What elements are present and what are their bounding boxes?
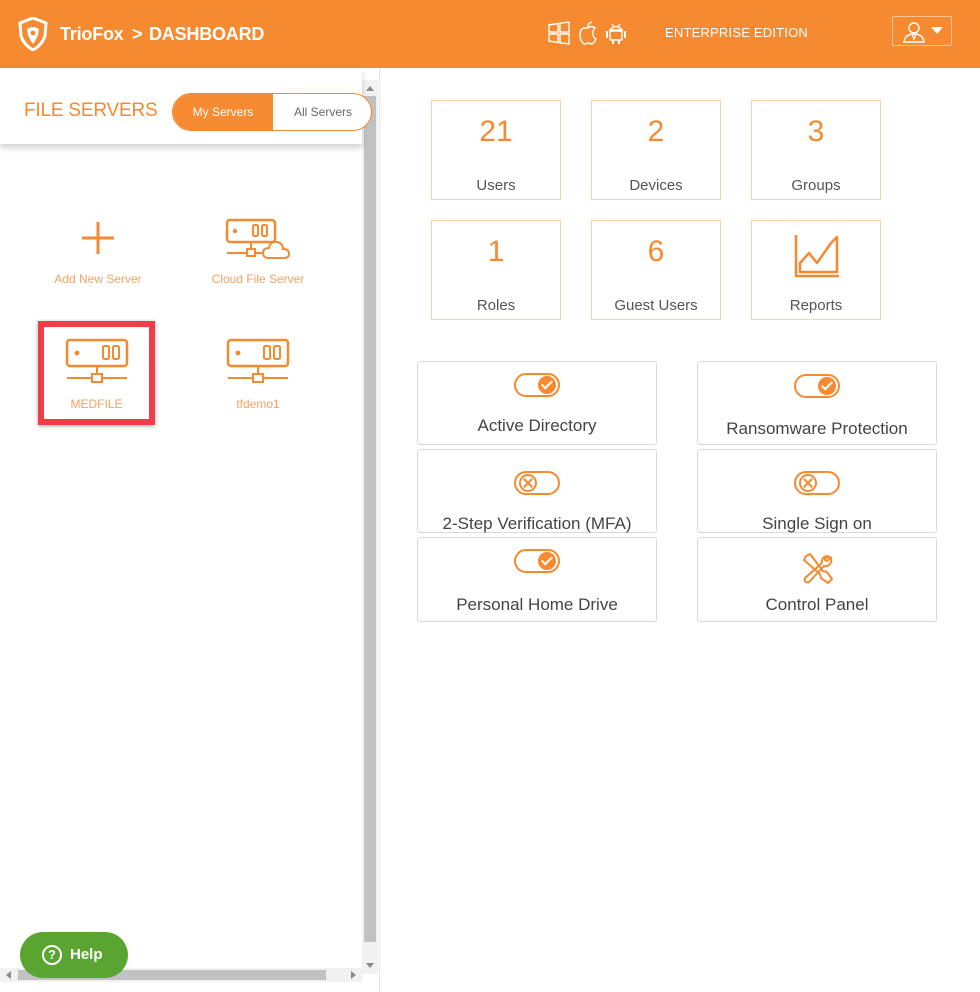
stat-card-devices[interactable]: 2 Devices (591, 100, 721, 200)
vertical-scroll-thumb[interactable] (364, 96, 376, 942)
feature-label: Control Panel (765, 595, 869, 614)
top-header: TrioFox > DASHBOARD ENTERPRISE EDITION (0, 0, 980, 68)
help-icon: ? (42, 945, 62, 965)
toggle-on-icon[interactable] (794, 374, 840, 398)
help-button[interactable]: ? Help (20, 932, 128, 978)
breadcrumb-current[interactable]: DASHBOARD (149, 24, 264, 45)
stat-card-reports[interactable]: Reports (751, 220, 881, 320)
tab-all-servers[interactable]: All Servers (273, 94, 371, 130)
edition-label: ENTERPRISE EDITION (665, 25, 809, 40)
feature-control-panel[interactable]: Control Panel (697, 537, 937, 622)
toggle-off-icon[interactable] (514, 471, 560, 495)
stat-label: Devices (629, 177, 683, 194)
feature-label: Single Sign on (762, 514, 872, 533)
stat-label: Roles (476, 297, 516, 314)
stat-value: 2 (647, 115, 665, 148)
scroll-left-arrow-icon[interactable] (6, 971, 11, 979)
toggle-on-icon[interactable] (514, 549, 560, 573)
chevron-down-icon (931, 27, 943, 34)
toggle-knob (538, 552, 556, 570)
stat-value: 6 (647, 235, 665, 268)
scroll-down-arrow-icon[interactable] (366, 963, 374, 968)
server-medfile[interactable]: MEDFILE (44, 338, 149, 418)
feature-personal-home-drive[interactable]: Personal Home Drive (417, 537, 657, 622)
server-tfdemo1[interactable]: tfdemo1 (206, 338, 310, 418)
file-servers-panel: FILE SERVERS My Servers All Servers Add … (0, 68, 380, 992)
feature-single-sign-on[interactable]: Single Sign on (697, 449, 937, 533)
stat-card-roles[interactable]: 1 Roles (431, 220, 561, 320)
server-medfile-label: MEDFILE (70, 397, 123, 411)
vertical-scrollbar[interactable] (362, 80, 378, 974)
apple-icon[interactable] (576, 20, 600, 46)
stat-card-groups[interactable]: 3 Groups (751, 100, 881, 200)
stat-label: Users (476, 177, 516, 194)
feature-ransomware-protection[interactable]: Ransomware Protection (697, 361, 937, 445)
scroll-up-arrow-icon[interactable] (366, 86, 374, 91)
server-icon (226, 338, 290, 383)
stat-card-users[interactable]: 21 Users (431, 100, 561, 200)
cloud-file-server-label: Cloud File Server (211, 272, 305, 286)
feature-two-step-verification[interactable]: 2-Step Verification (MFA) (417, 449, 657, 533)
add-new-server-label: Add New Server (54, 272, 142, 286)
server-filter-toggle: My Servers All Servers (172, 93, 372, 131)
stat-label: Groups (791, 177, 841, 194)
toggle-knob (799, 474, 817, 492)
plus-icon (82, 222, 114, 254)
user-icon (903, 22, 925, 43)
help-label: Help (70, 946, 103, 963)
scroll-right-arrow-icon[interactable] (351, 971, 356, 979)
toggle-knob (538, 376, 556, 394)
stat-value: 1 (487, 235, 505, 268)
toggle-on-icon[interactable] (514, 373, 560, 397)
user-menu-button[interactable] (892, 16, 952, 46)
feature-label: Personal Home Drive (456, 595, 618, 614)
toggle-knob (818, 377, 836, 395)
stat-card-guest-users[interactable]: 6 Guest Users (591, 220, 721, 320)
toggle-knob (519, 474, 537, 492)
stat-value: 3 (807, 115, 825, 148)
feature-label: Ransomware Protection (726, 419, 908, 438)
file-servers-header: FILE SERVERS My Servers All Servers (0, 68, 372, 144)
feature-label: 2-Step Verification (MFA) (442, 514, 632, 533)
server-icon (65, 338, 129, 383)
cloud-server-icon (225, 218, 291, 259)
triofox-logo-icon (18, 17, 48, 51)
stat-label: Reports (789, 297, 843, 314)
tab-my-servers[interactable]: My Servers (173, 94, 273, 130)
stat-label: Guest Users (614, 297, 698, 314)
feature-label: Active Directory (477, 416, 597, 435)
tools-icon (803, 553, 833, 584)
feature-active-directory[interactable]: Active Directory (417, 361, 657, 445)
toggle-off-icon[interactable] (794, 471, 840, 495)
windows-icon[interactable] (547, 20, 571, 46)
add-new-server-button[interactable]: Add New Server (40, 216, 156, 296)
server-tfdemo1-label: tfdemo1 (236, 397, 280, 411)
file-servers-title: FILE SERVERS (24, 100, 158, 121)
cloud-file-server-button[interactable]: Cloud File Server (198, 216, 318, 296)
breadcrumb-separator: > (132, 24, 143, 44)
stat-value: 21 (479, 115, 513, 148)
android-icon[interactable] (604, 20, 628, 46)
chart-icon (794, 235, 839, 278)
brand-name[interactable]: TrioFox (60, 24, 124, 45)
